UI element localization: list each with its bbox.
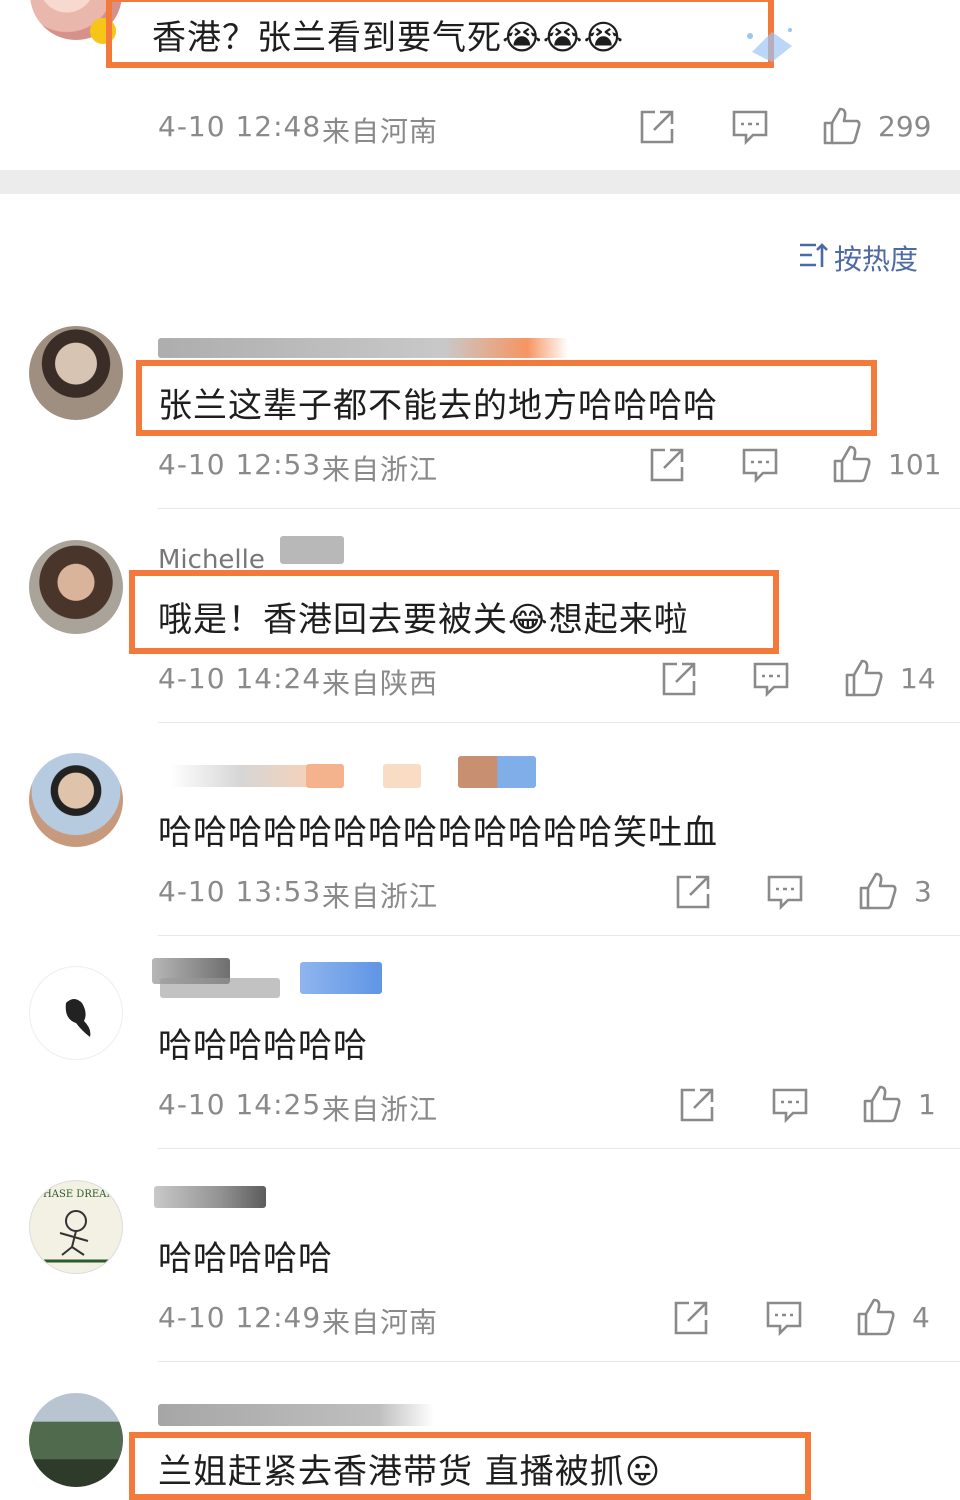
divider bbox=[158, 722, 960, 723]
like-icon[interactable] bbox=[822, 106, 862, 146]
share-icon[interactable] bbox=[674, 873, 712, 911]
share-icon[interactable] bbox=[678, 1086, 716, 1124]
section-divider bbox=[0, 170, 960, 194]
comment-text: 哈哈哈哈哈哈 bbox=[158, 1026, 368, 1066]
avatar[interactable]: CHASE DREAM bbox=[29, 1180, 123, 1274]
comment-text: 兰姐赶紧去香港带货 直播被抓😛 bbox=[158, 1452, 662, 1492]
username-blurred[interactable] bbox=[158, 1404, 434, 1426]
sparkle-icon bbox=[742, 24, 796, 64]
username-blurred bbox=[280, 536, 344, 564]
avatar[interactable] bbox=[29, 753, 123, 847]
divider bbox=[158, 508, 960, 509]
username-blurred[interactable] bbox=[154, 1186, 266, 1208]
comment-icon[interactable] bbox=[766, 873, 804, 911]
like-icon[interactable] bbox=[862, 1084, 902, 1124]
comment-text: 香港？张兰看到要气死😭😭😭 bbox=[152, 18, 625, 58]
divider bbox=[158, 1361, 960, 1362]
avatar[interactable] bbox=[29, 326, 123, 420]
comment-location: 来自河南 bbox=[322, 1306, 439, 1339]
like-count: 1 bbox=[918, 1088, 936, 1121]
share-icon[interactable] bbox=[648, 446, 686, 484]
comment-time: 4-10 12:53 bbox=[158, 448, 322, 481]
comment-time: 4-10 13:53 bbox=[158, 875, 322, 908]
share-icon[interactable] bbox=[660, 660, 698, 698]
divider bbox=[158, 935, 960, 936]
running-figure-icon bbox=[44, 1210, 110, 1263]
comment-location: 来自浙江 bbox=[322, 880, 439, 913]
comment-location: 来自浙江 bbox=[322, 453, 439, 486]
comment-time: 4-10 14:24 bbox=[158, 662, 322, 695]
comment-text: 哦是！香港回去要被关😂想起来啦 bbox=[158, 600, 689, 640]
username-blurred bbox=[383, 764, 421, 788]
comment-icon[interactable] bbox=[752, 660, 790, 698]
comment-text: 张兰这辈子都不能去的地方哈哈哈哈 bbox=[158, 386, 718, 426]
like-icon[interactable] bbox=[856, 1297, 896, 1337]
sort-icon bbox=[798, 241, 828, 276]
username-blurred[interactable] bbox=[158, 338, 568, 358]
username-blurred[interactable] bbox=[170, 765, 310, 787]
like-count: 299 bbox=[878, 110, 932, 143]
like-icon[interactable] bbox=[858, 871, 898, 911]
username-blurred bbox=[160, 978, 280, 998]
like-icon[interactable] bbox=[844, 658, 884, 698]
username-blurred bbox=[300, 962, 382, 994]
divider bbox=[158, 1148, 960, 1149]
comment-time: 4-10 12:49 bbox=[158, 1301, 322, 1334]
comment-icon[interactable] bbox=[765, 1299, 803, 1337]
comment-icon[interactable] bbox=[771, 1086, 809, 1124]
comment-text: 哈哈哈哈哈哈哈哈哈哈哈哈哈笑吐血 bbox=[158, 813, 718, 853]
like-count: 3 bbox=[914, 875, 932, 908]
share-icon[interactable] bbox=[638, 108, 676, 146]
like-count: 4 bbox=[912, 1301, 930, 1334]
like-icon[interactable] bbox=[832, 444, 872, 484]
comment-location: 来自河南 bbox=[322, 115, 439, 148]
share-icon[interactable] bbox=[672, 1299, 710, 1337]
username-blurred bbox=[306, 764, 344, 788]
comment-icon[interactable] bbox=[731, 108, 769, 146]
comment-icon[interactable] bbox=[741, 446, 779, 484]
avatar[interactable] bbox=[29, 540, 123, 634]
username-blurred bbox=[458, 756, 536, 788]
comment-time: 4-10 14:25 bbox=[158, 1088, 322, 1121]
comment-location: 来自浙江 bbox=[322, 1093, 439, 1126]
avatar[interactable] bbox=[29, 966, 123, 1060]
sort-label: 按热度 bbox=[834, 243, 919, 276]
like-count: 101 bbox=[888, 448, 942, 481]
comment-text: 哈哈哈哈哈 bbox=[158, 1239, 333, 1279]
sort-button[interactable]: 按热度 bbox=[798, 238, 918, 278]
comment-location: 来自陕西 bbox=[322, 667, 439, 700]
avatar-drawing-icon bbox=[65, 999, 91, 1037]
like-count: 14 bbox=[900, 662, 936, 695]
avatar[interactable] bbox=[29, 1393, 123, 1487]
comment-time: 4-10 12:48 bbox=[158, 110, 322, 143]
